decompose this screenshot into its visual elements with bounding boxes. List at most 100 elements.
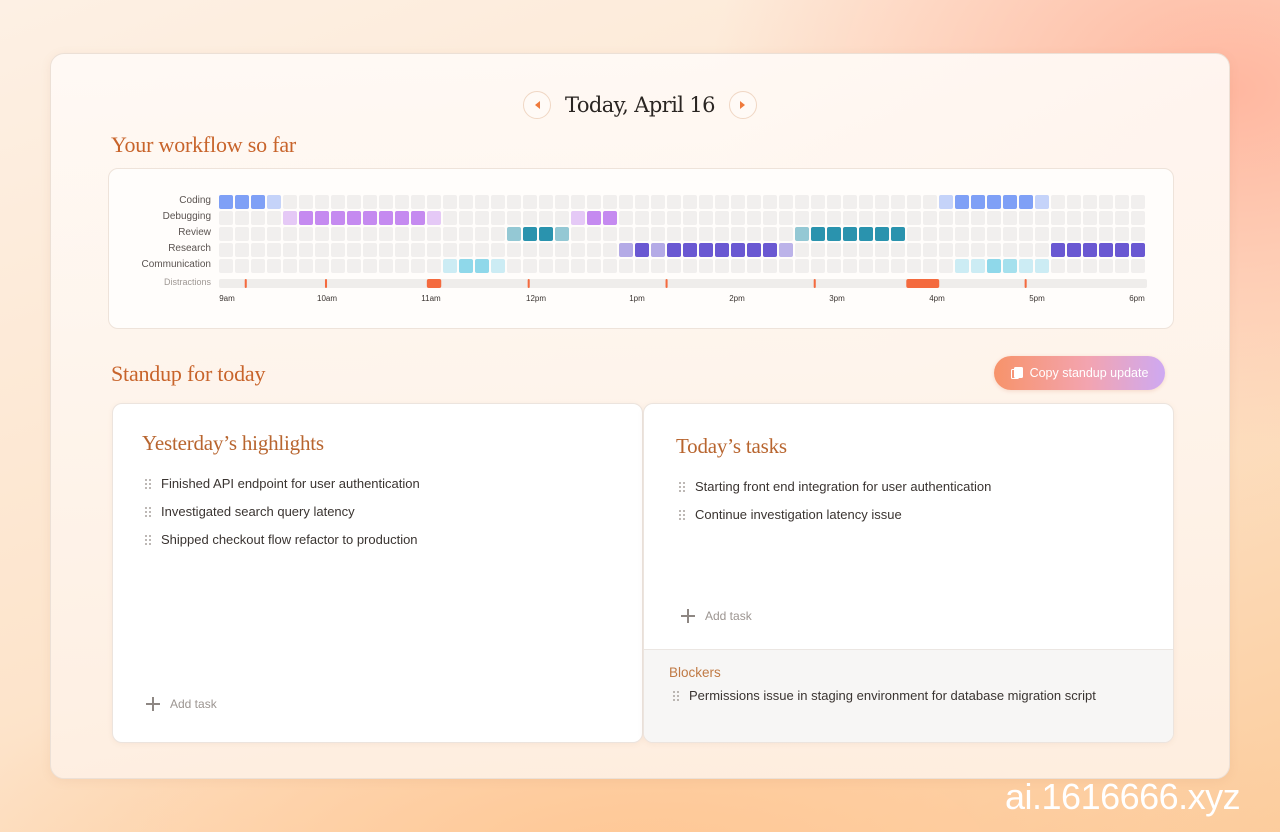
empty-cell — [763, 211, 777, 225]
distraction-marker — [527, 279, 530, 288]
drag-handle-icon[interactable] — [679, 481, 685, 492]
empty-cell — [923, 259, 937, 273]
empty-cell — [843, 259, 857, 273]
time-label: 4pm — [929, 294, 945, 303]
empty-cell — [331, 259, 345, 273]
task-item[interactable]: Starting front end integration for user … — [679, 479, 991, 494]
empty-cell — [635, 195, 649, 209]
empty-cell — [1035, 243, 1049, 257]
date-title: Today, April 16 — [565, 93, 715, 117]
activity-cell-research — [731, 243, 745, 257]
empty-cell — [827, 243, 841, 257]
copy-standup-button[interactable]: Copy standup update — [994, 356, 1165, 390]
activity-cell-review — [859, 227, 873, 241]
empty-cell — [987, 243, 1001, 257]
drag-handle-icon[interactable] — [673, 690, 679, 701]
task-item[interactable]: Finished API endpoint for user authentic… — [145, 476, 420, 491]
empty-cell — [459, 211, 473, 225]
add-task-button[interactable]: Add task — [146, 697, 217, 711]
empty-cell — [283, 195, 297, 209]
empty-cell — [523, 211, 537, 225]
empty-cell — [347, 227, 361, 241]
empty-cell — [491, 227, 505, 241]
empty-cell — [731, 195, 745, 209]
activity-cell-communication — [955, 259, 969, 273]
drag-handle-icon[interactable] — [145, 478, 151, 489]
empty-cell — [843, 195, 857, 209]
empty-cell — [363, 227, 377, 241]
empty-cell — [827, 195, 841, 209]
time-label: 2pm — [729, 294, 745, 303]
empty-cell — [619, 227, 633, 241]
time-label: 9am — [219, 294, 235, 303]
task-item[interactable]: Shipped checkout flow refactor to produc… — [145, 532, 418, 547]
today-title: Today’s tasks — [676, 434, 787, 458]
empty-cell — [779, 227, 793, 241]
empty-cell — [603, 227, 617, 241]
empty-cell — [347, 243, 361, 257]
drag-handle-icon[interactable] — [679, 509, 685, 520]
empty-cell — [539, 195, 553, 209]
empty-cell — [939, 211, 953, 225]
empty-cell — [731, 211, 745, 225]
empty-cell — [299, 227, 313, 241]
activity-cell-communication — [1003, 259, 1017, 273]
distraction-marker — [244, 279, 247, 288]
empty-cell — [859, 259, 873, 273]
empty-cell — [651, 259, 665, 273]
activity-cell-coding — [251, 195, 265, 209]
empty-cell — [715, 211, 729, 225]
activity-cell-debugging — [411, 211, 425, 225]
activity-cell-communication — [1035, 259, 1049, 273]
add-task-label: Add task — [705, 609, 752, 623]
blocker-item[interactable]: Permissions issue in staging environment… — [673, 688, 1096, 703]
empty-cell — [395, 227, 409, 241]
empty-cell — [795, 243, 809, 257]
empty-cell — [1067, 211, 1081, 225]
prev-day-button[interactable] — [523, 91, 552, 119]
empty-cell — [1099, 259, 1113, 273]
drag-handle-icon[interactable] — [145, 534, 151, 545]
empty-cell — [1083, 259, 1097, 273]
add-task-button[interactable]: Add task — [681, 609, 752, 623]
activity-cell-debugging — [331, 211, 345, 225]
activity-cell-debugging — [379, 211, 393, 225]
empty-cell — [475, 195, 489, 209]
empty-cell — [811, 211, 825, 225]
activity-cell-research — [747, 243, 761, 257]
next-day-button[interactable] — [728, 91, 757, 119]
empty-cell — [939, 227, 953, 241]
empty-cell — [683, 227, 697, 241]
activity-cell-research — [619, 243, 633, 257]
empty-cell — [267, 211, 281, 225]
empty-cell — [699, 195, 713, 209]
activity-cell-coding — [219, 195, 233, 209]
activity-cell-communication — [987, 259, 1001, 273]
activity-cell-research — [1115, 243, 1129, 257]
time-label: 1pm — [629, 294, 645, 303]
activity-cell-coding — [987, 195, 1001, 209]
activity-cell-debugging — [395, 211, 409, 225]
empty-cell — [283, 243, 297, 257]
empty-cell — [235, 243, 249, 257]
empty-cell — [587, 227, 601, 241]
empty-cell — [555, 211, 569, 225]
empty-cell — [731, 259, 745, 273]
plus-icon — [146, 697, 160, 711]
copy-standup-label: Copy standup update — [1029, 366, 1149, 380]
empty-cell — [667, 259, 681, 273]
empty-cell — [747, 195, 761, 209]
drag-handle-icon[interactable] — [145, 506, 151, 517]
chevron-right-icon — [740, 101, 746, 109]
empty-cell — [539, 259, 553, 273]
empty-cell — [811, 259, 825, 273]
task-item[interactable]: Investigated search query latency — [145, 504, 355, 519]
empty-cell — [651, 195, 665, 209]
empty-cell — [635, 259, 649, 273]
time-label: 12pm — [525, 294, 547, 303]
empty-cell — [891, 211, 905, 225]
blockers-title: Blockers — [669, 665, 721, 680]
empty-cell — [875, 243, 889, 257]
activity-cell-debugging — [571, 211, 585, 225]
task-item[interactable]: Continue investigation latency issue — [679, 507, 902, 522]
